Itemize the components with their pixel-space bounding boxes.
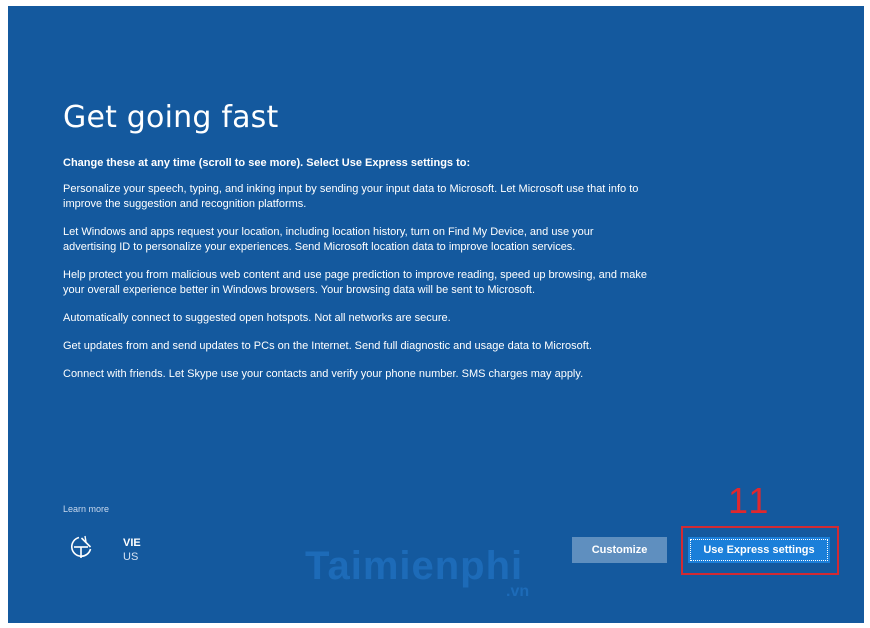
customize-button[interactable]: Customize: [572, 537, 667, 563]
language-code: VIE: [123, 537, 141, 549]
paragraph-browsing: Help protect you from malicious web cont…: [63, 269, 647, 296]
learn-more-link[interactable]: Learn more: [63, 504, 109, 514]
lead-text: Change these at any time (scroll to see …: [63, 157, 471, 169]
language-region: US: [123, 551, 139, 563]
settings-description[interactable]: Change these at any time (scroll to see …: [63, 156, 648, 482]
paragraph-updates: Get updates from and send updates to PCs…: [63, 340, 592, 352]
input-language-indicator[interactable]: VIE US: [123, 536, 141, 564]
step-number-annotation: 11: [728, 480, 772, 521]
page-title: Get going fast: [63, 100, 279, 135]
paragraph-hotspots: Automatically connect to suggested open …: [63, 312, 451, 324]
paragraph-speech: Personalize your speech, typing, and ink…: [63, 183, 639, 210]
use-express-settings-button[interactable]: Use Express settings: [688, 537, 830, 563]
ease-of-access-icon[interactable]: [68, 534, 94, 560]
watermark-brand: Taimienphi: [305, 544, 524, 588]
paragraph-location: Let Windows and apps request your locati…: [63, 226, 594, 253]
watermark-tld: .vn: [506, 583, 530, 600]
paragraph-skype: Connect with friends. Let Skype use your…: [63, 368, 584, 380]
oobe-express-settings-screen: Get going fast Change these at any time …: [8, 6, 864, 623]
